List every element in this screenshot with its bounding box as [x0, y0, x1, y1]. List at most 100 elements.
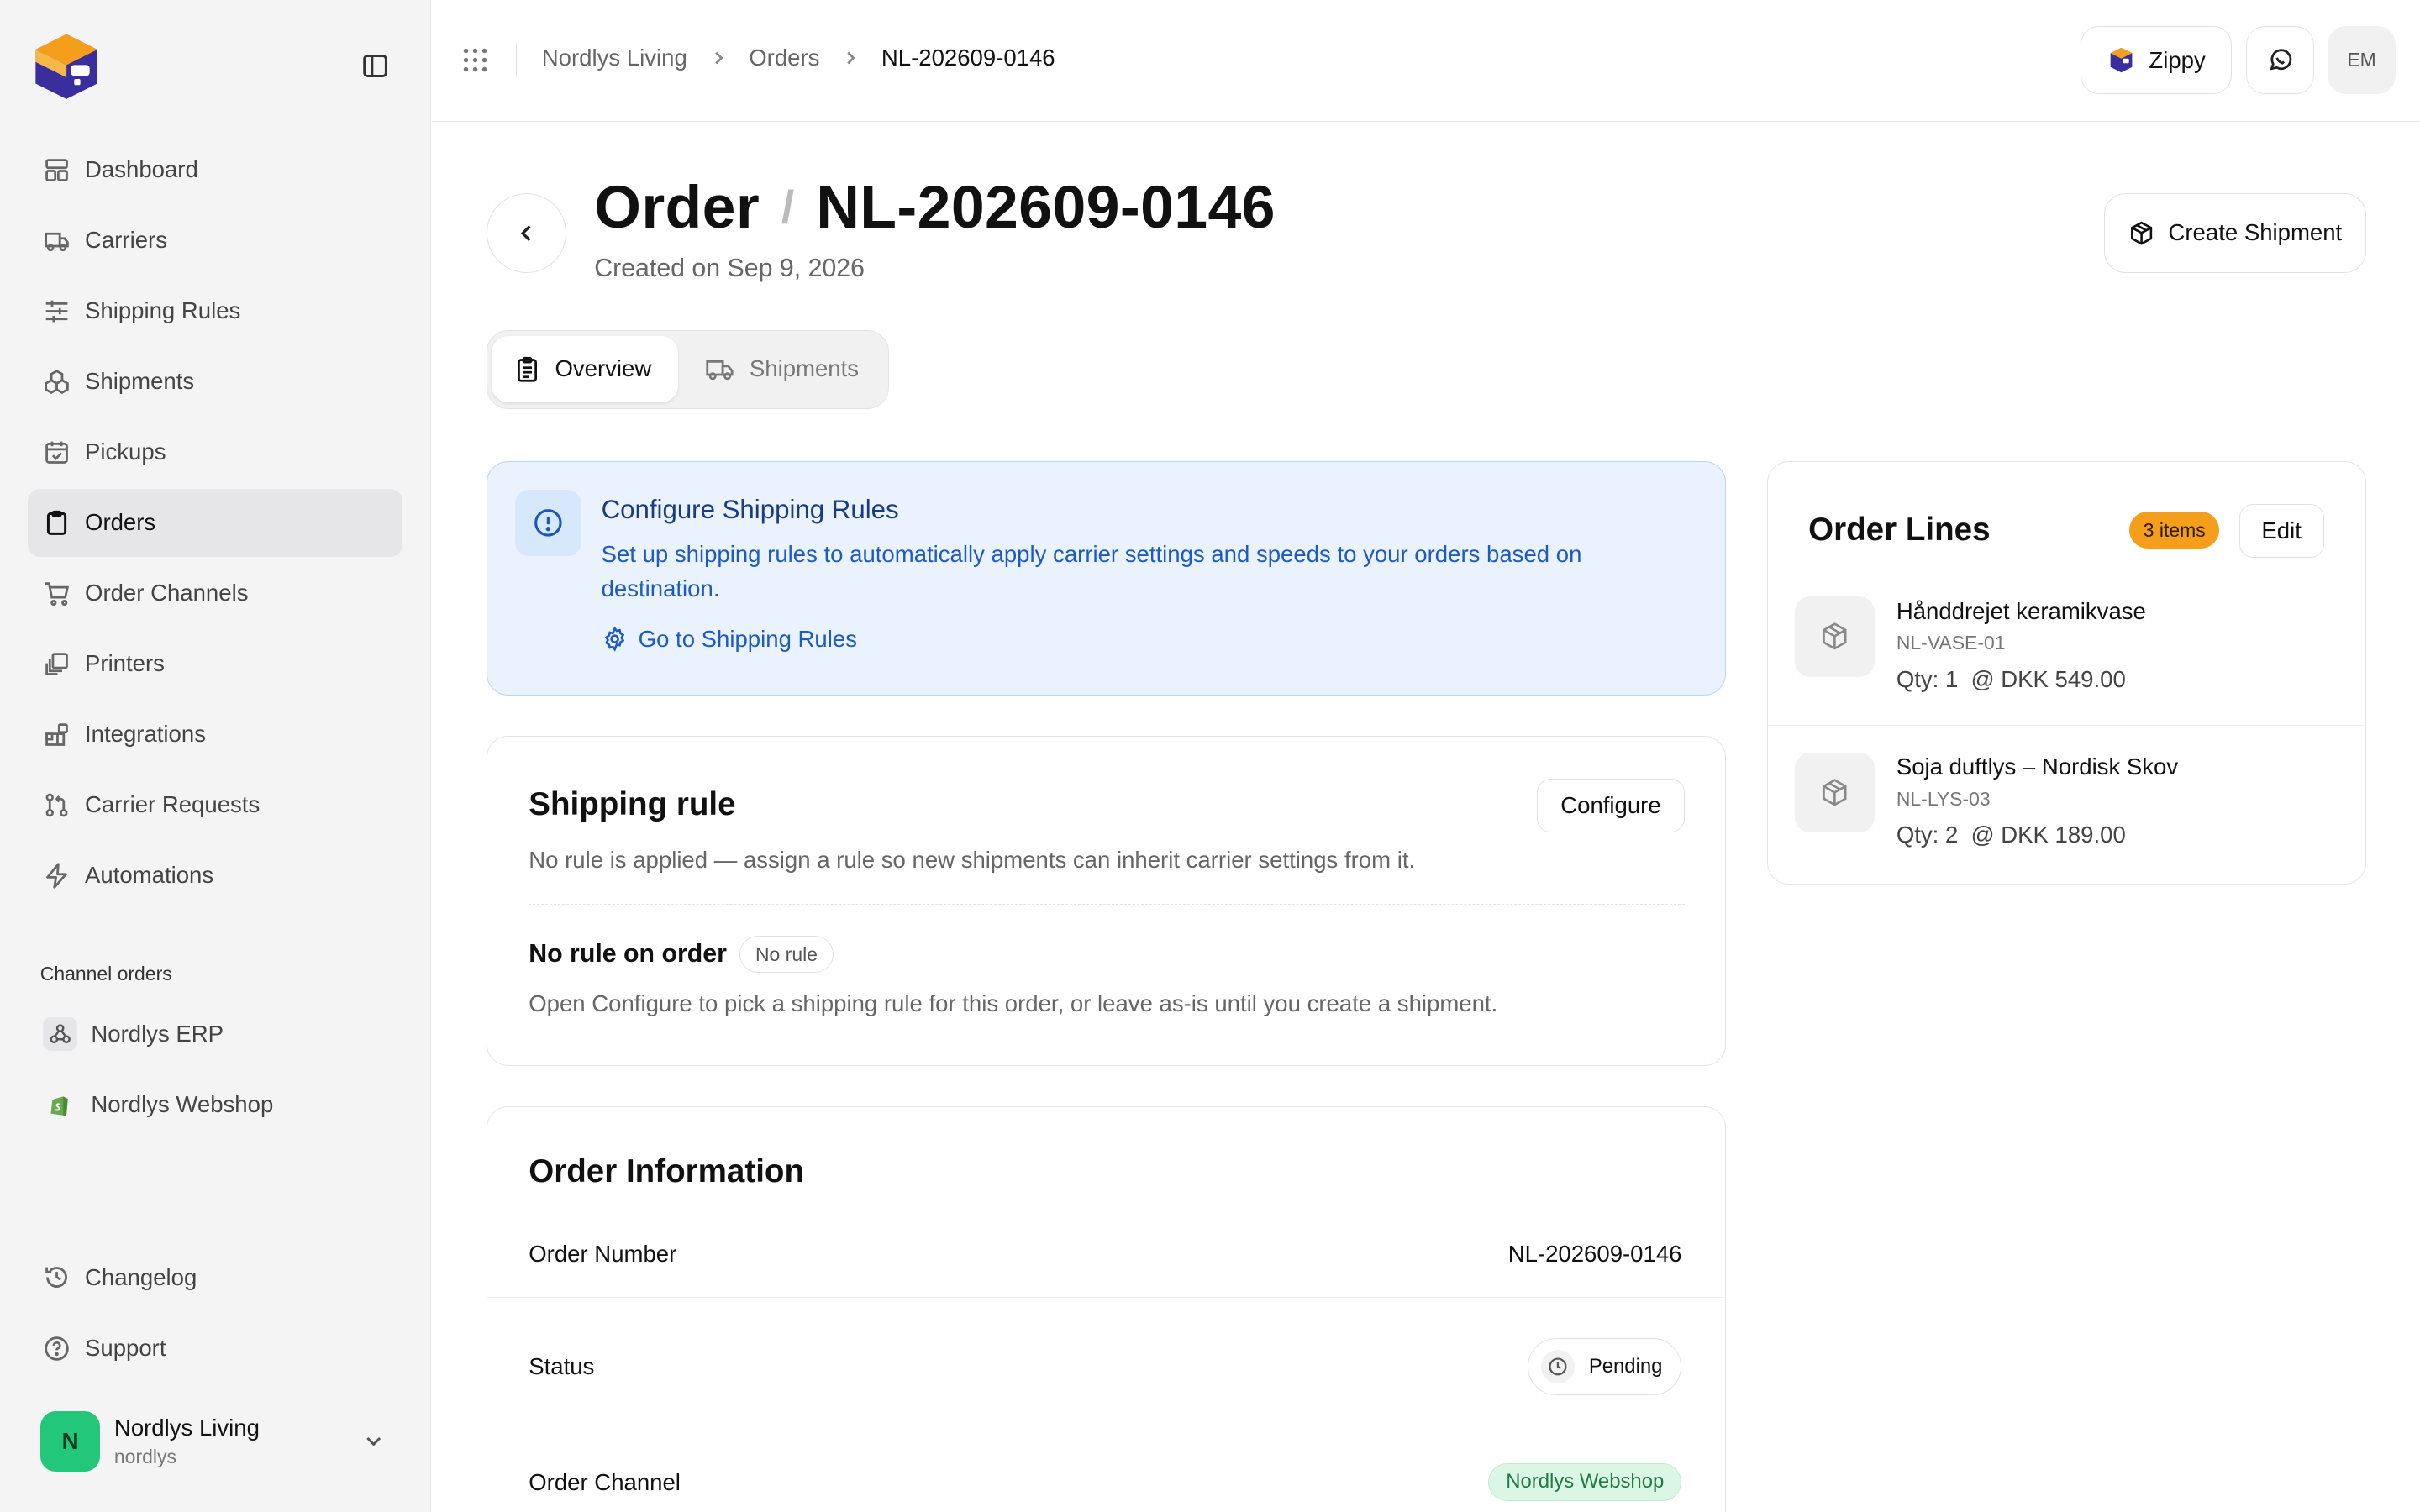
order-lines-card: Order Lines 3 items Edit Hånddrejet kera… [1767, 461, 2367, 885]
sidebar-item-label: Order Channels [85, 580, 249, 606]
create-shipment-button[interactable]: Create Shipment [2103, 192, 2367, 274]
sidebar-item-printers[interactable]: Printers [28, 630, 402, 698]
list-item[interactable]: Hånddrejet keramikvase NL-VASE-01 Qty: 1… [1768, 596, 2364, 751]
truck-icon [705, 355, 736, 383]
app-logo[interactable] [29, 31, 103, 102]
apps-grid-icon[interactable] [461, 46, 489, 74]
chevron-right-icon [709, 49, 728, 67]
package-icon [2128, 220, 2154, 246]
help-circle-icon [43, 1335, 71, 1362]
account-switcher[interactable]: N Nordlys Living nordlys [39, 1410, 396, 1472]
items-count-badge: 3 items [2129, 512, 2220, 549]
channel-label: Nordlys ERP [91, 1020, 224, 1047]
sidebar-item-label: Carriers [85, 227, 167, 254]
breadcrumb-orders[interactable]: Orders [749, 45, 819, 71]
sidebar-item-shipping-rules[interactable]: Shipping Rules [28, 277, 402, 345]
account-avatar: N [39, 1410, 101, 1472]
chevron-right-icon [841, 49, 860, 67]
sidebar-item-integrations[interactable]: Integrations [28, 701, 402, 769]
divider [487, 1297, 1724, 1298]
message-circle-icon [2266, 46, 2294, 74]
chevron-left-icon [514, 221, 539, 245]
shipping-rule-card: Shipping rule Configure No rule is appli… [486, 736, 1726, 1067]
breadcrumb: Nordlys Living Orders NL-202609-0146 [542, 45, 1055, 71]
back-button[interactable] [486, 192, 567, 274]
shipping-rule-title: Shipping rule [529, 786, 736, 823]
sidebar-channel-nordlys-erp[interactable]: Nordlys ERP [28, 1003, 402, 1064]
sidebar-item-dashboard[interactable]: Dashboard [28, 136, 402, 204]
sidebar-toggle-icon[interactable] [361, 52, 389, 80]
title-separator: / [781, 181, 795, 234]
sidebar-item-label: Dashboard [85, 156, 198, 183]
sidebar-item-label: Integrations [85, 721, 206, 748]
zippy-button[interactable]: Zippy [2081, 26, 2233, 95]
channel-label: Nordlys Webshop [91, 1091, 274, 1118]
tabs: Overview Shipments [486, 330, 890, 409]
sidebar-item-label: Changelog [85, 1264, 197, 1291]
account-handle: nordlys [113, 1446, 176, 1467]
line-item-sku: NL-VASE-01 [1896, 632, 2006, 654]
user-avatar[interactable]: EM [2328, 26, 2396, 95]
line-item-name: Hånddrejet keramikvase [1896, 597, 2146, 624]
sidebar-item-automations[interactable]: Automations [28, 842, 402, 910]
sidebar-nav: Dashboard Carriers Shipping Rules Shipme… [28, 136, 403, 912]
sidebar-item-order-channels[interactable]: Order Channels [28, 559, 402, 627]
divider [529, 903, 1686, 905]
no-rule-badge: No rule [739, 936, 834, 974]
sidebar-item-carrier-requests[interactable]: Carrier Requests [28, 771, 402, 839]
line-item-sku: NL-LYS-03 [1896, 787, 1991, 810]
boxes-icon [43, 368, 71, 396]
status-value: Pending [1588, 1354, 1663, 1378]
divider [1768, 724, 2365, 726]
channel-orders-heading: Channel orders [39, 963, 172, 985]
alert-description: Set up shipping rules to automatically a… [601, 541, 1582, 601]
edit-lines-button[interactable]: Edit [2238, 503, 2324, 559]
go-to-shipping-rules-link[interactable]: Go to Shipping Rules [602, 626, 857, 653]
sidebar-item-support[interactable]: Support [28, 1315, 402, 1383]
webhook-icon [43, 1016, 77, 1051]
tab-overview[interactable]: Overview [492, 335, 679, 402]
sidebar-item-label: Support [85, 1335, 166, 1362]
git-pull-icon [43, 791, 71, 819]
package-icon [1794, 752, 1876, 833]
configure-shipping-rules-alert: Configure Shipping Rules Set up shipping… [486, 461, 1726, 696]
order-channel-row: Order Channel Nordlys Webshop [487, 1462, 1723, 1503]
shipping-rule-description: No rule is applied — assign a rule so ne… [529, 846, 1416, 873]
rule-state: No rule on order No rule [529, 936, 834, 974]
created-date: Created on Sep 9, 2026 [594, 255, 865, 283]
list-item[interactable]: Soja duftlys – Nordisk Skov NL-LYS-03 Qt… [1768, 752, 2364, 907]
zippy-label: Zippy [2149, 46, 2206, 73]
gear-icon [602, 626, 628, 653]
sidebar-item-orders[interactable]: Orders [28, 488, 403, 557]
sidebar-item-changelog[interactable]: Changelog [28, 1244, 402, 1312]
alert-circle-icon [514, 490, 581, 557]
printer-icon [43, 650, 71, 678]
row-label: Order Channel [529, 1468, 681, 1495]
order-information-title: Order Information [529, 1153, 805, 1190]
sidebar-item-label: Orders [85, 509, 156, 536]
page-title: Order / NL-202609-0146 [594, 173, 1276, 242]
chat-button[interactable] [2245, 26, 2314, 95]
truck-icon [43, 227, 71, 255]
calendar-check-icon [43, 438, 71, 466]
dashboard-icon [43, 156, 71, 184]
sidebar-item-label: Automations [85, 862, 214, 889]
configure-button[interactable]: Configure [1536, 778, 1686, 833]
title-prefix: Order [594, 173, 760, 241]
order-number-row: Order Number NL-202609-0146 [487, 1236, 1723, 1273]
zippy-logo-icon [2107, 46, 2135, 74]
breadcrumb-current: NL-202609-0146 [881, 45, 1055, 71]
sidebar-item-carriers[interactable]: Carriers [28, 207, 402, 275]
tab-label: Overview [555, 355, 652, 382]
tab-shipments[interactable]: Shipments [683, 336, 879, 402]
sidebar-item-label: Shipments [85, 368, 195, 395]
breadcrumb-workspace[interactable]: Nordlys Living [542, 45, 687, 71]
sidebar-item-shipments[interactable]: Shipments [28, 348, 402, 416]
order-id: NL-202609-0146 [816, 173, 1276, 241]
sidebar-item-pickups[interactable]: Pickups [28, 418, 402, 486]
shopify-icon [43, 1088, 76, 1121]
topbar: Nordlys Living Orders NL-202609-0146 Zip… [432, 0, 2420, 123]
order-lines-title: Order Lines [1808, 512, 1991, 549]
sidebar-channel-nordlys-webshop[interactable]: Nordlys Webshop [28, 1074, 402, 1136]
sidebar-item-label: Pickups [85, 438, 166, 465]
